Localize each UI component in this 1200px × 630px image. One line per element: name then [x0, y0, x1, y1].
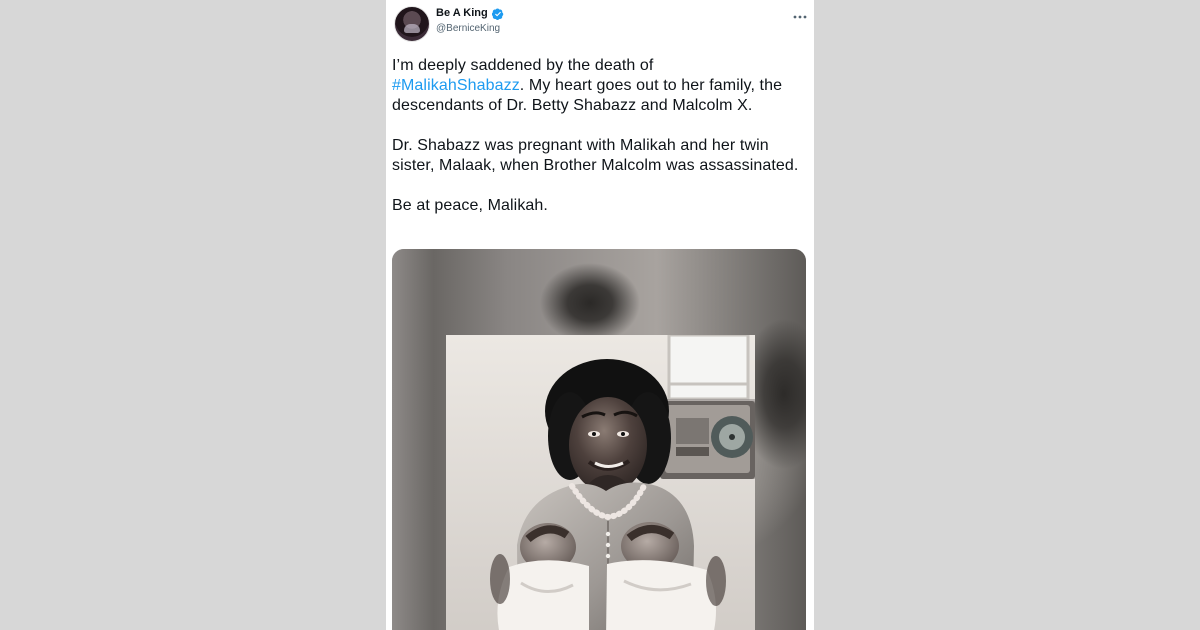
- tweet-paragraph-3: Be at peace, Malikah.: [392, 197, 548, 214]
- more-options-icon[interactable]: [793, 9, 807, 19]
- historic-family-photo: [446, 335, 755, 630]
- tweet-card: Be A King @BerniceKing I’m deeply sadden…: [386, 0, 814, 630]
- tweet-paragraph-1: I’m deeply saddened by the death of #Mal…: [392, 56, 808, 116]
- tweet-paragraph-2: Dr. Shabazz was pregnant with Malikah an…: [392, 137, 799, 174]
- tweet-image[interactable]: [392, 249, 806, 630]
- author-display-name[interactable]: Be A King: [436, 7, 488, 19]
- author-name-row: Be A King: [436, 7, 504, 20]
- profile-avatar[interactable]: [394, 6, 430, 42]
- author-handle[interactable]: @BerniceKing: [436, 23, 500, 34]
- tweet-text: I’m deeply saddened by the death of #Mal…: [392, 56, 808, 216]
- hashtag-link[interactable]: #MalikahShabazz: [392, 77, 520, 94]
- tweet-text-intro: I’m deeply saddened by the death of: [392, 57, 654, 74]
- verified-badge-icon: [491, 7, 504, 20]
